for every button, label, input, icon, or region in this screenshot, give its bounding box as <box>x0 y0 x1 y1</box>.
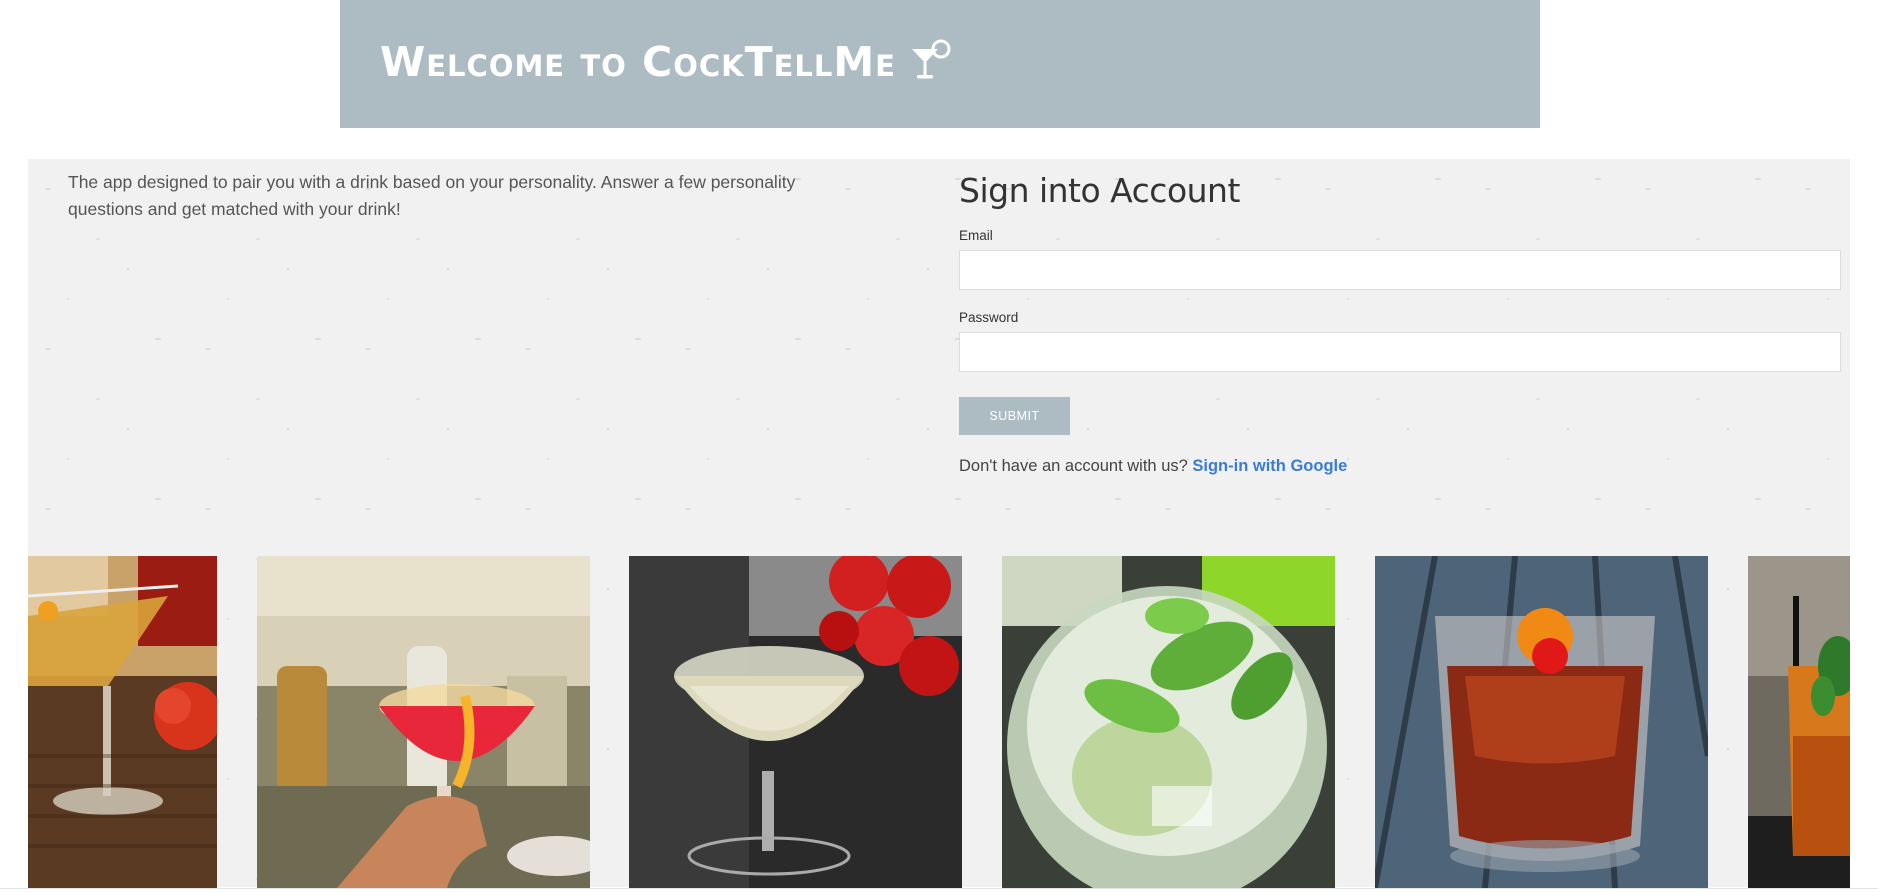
page-header: Welcome to CockTellMe <box>340 0 1540 128</box>
submit-button[interactable]: SUBMIT <box>959 397 1070 435</box>
email-label: Email <box>959 228 993 243</box>
bottom-border <box>0 888 1878 889</box>
email-field[interactable] <box>959 250 1841 290</box>
password-field[interactable] <box>959 332 1841 372</box>
signin-form: Sign into Account Email Password SUBMIT … <box>959 171 1841 476</box>
password-label: Password <box>959 310 1019 325</box>
intro-text: The app designed to pair you with a drin… <box>68 172 796 219</box>
google-signin-link[interactable]: Sign-in with Google <box>1192 457 1347 475</box>
account-prompt: Don't have an account with us? Sign-in w… <box>959 457 1841 476</box>
drink-gallery <box>28 556 1850 888</box>
martini-photo <box>28 556 217 888</box>
tall-cocktail-photo <box>1748 556 1850 888</box>
negroni-photo <box>1375 556 1708 888</box>
mojito-photo <box>1002 556 1335 888</box>
main-panel: The app designed to pair you with a drin… <box>28 159 1850 888</box>
signin-heading: Sign into Account <box>959 171 1240 210</box>
red-coupe-cocktail-photo <box>257 556 590 888</box>
page-title: Welcome to CockTellMe <box>380 38 954 86</box>
cocktail-glass-icon <box>908 39 954 85</box>
champagne-coupe-photo <box>629 556 962 888</box>
page-title-text: Welcome to CockTellMe <box>380 38 896 86</box>
account-prompt-text: Don't have an account with us? <box>959 457 1188 475</box>
